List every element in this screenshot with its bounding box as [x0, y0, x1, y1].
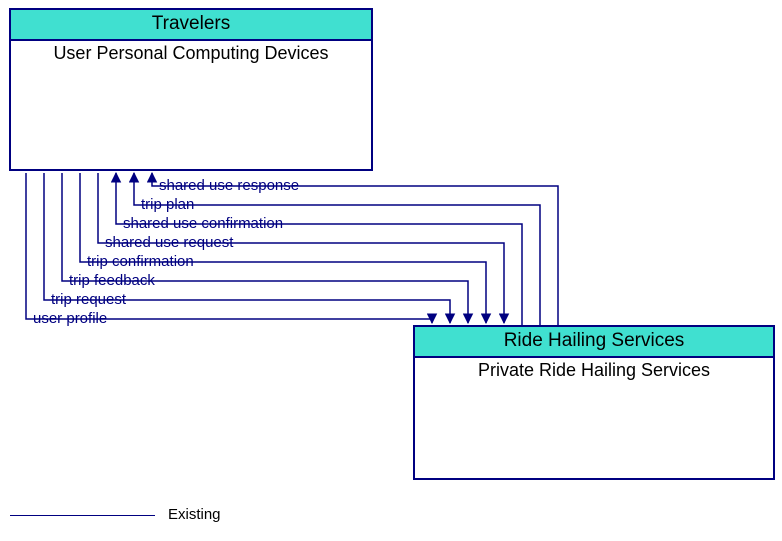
legend-existing-label: Existing [168, 506, 221, 523]
entity-ridehailing-body: Private Ride Hailing Services [415, 358, 773, 381]
entity-ridehailing-box: Ride Hailing Services Private Ride Haili… [413, 325, 775, 480]
flow-label-trip-confirmation: trip confirmation [87, 253, 194, 270]
flow-label-trip-request: trip request [51, 291, 126, 308]
entity-ridehailing-header: Ride Hailing Services [415, 327, 773, 358]
legend-existing-line [10, 515, 155, 516]
flow-label-shared-use-response: shared use response [159, 177, 299, 194]
entity-travelers-header: Travelers [11, 10, 371, 41]
flow-label-trip-feedback: trip feedback [69, 272, 155, 289]
entity-travelers-body: User Personal Computing Devices [11, 41, 371, 64]
entity-travelers-box: Travelers User Personal Computing Device… [9, 8, 373, 171]
flow-label-shared-use-request: shared use request [105, 234, 233, 251]
flow-label-user-profile: user profile [33, 310, 107, 327]
flow-label-shared-use-confirmation: shared use confirmation [123, 215, 283, 232]
flow-label-trip-plan: trip plan [141, 196, 194, 213]
